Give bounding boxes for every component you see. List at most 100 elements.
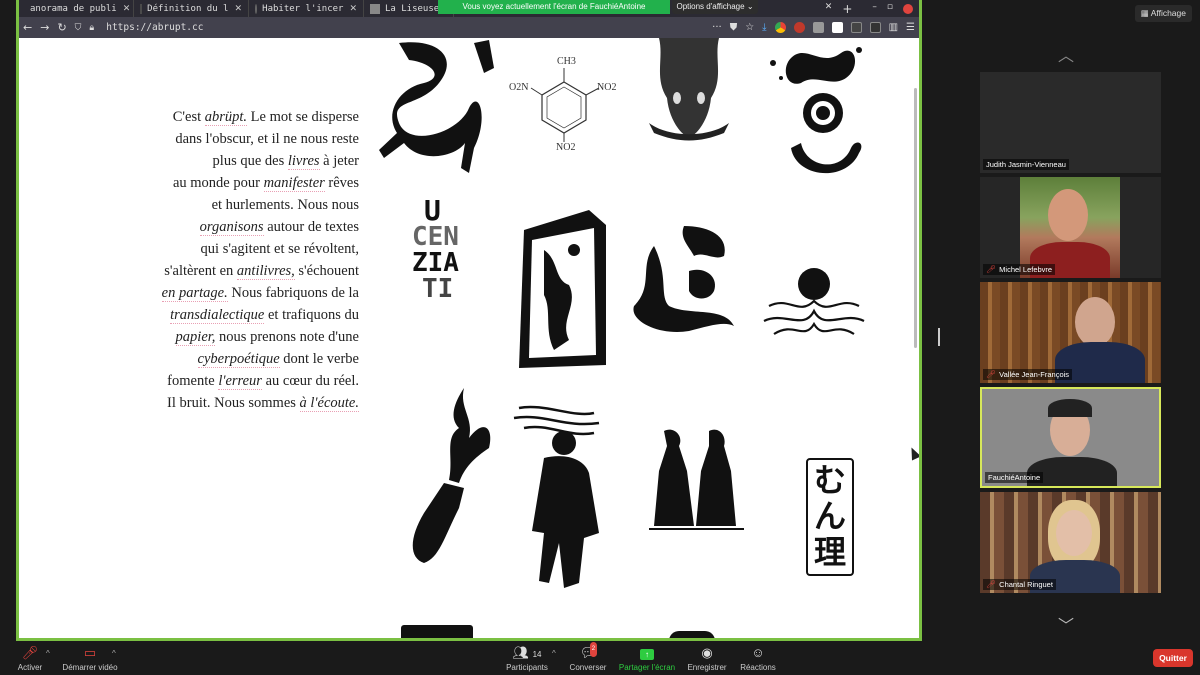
chat-button[interactable]: 💬︎ 2 Converser (568, 642, 608, 672)
browser-tab[interactable]: Définition du l ✕ (134, 0, 249, 17)
manifesto-link[interactable]: à l'écoute. (299, 395, 359, 412)
manifesto-line: organisons autour de textes (119, 216, 359, 238)
extension-icon[interactable] (850, 22, 862, 33)
record-icon: ◉ (701, 645, 713, 660)
manifesto-link[interactable]: livres (287, 153, 320, 170)
manifesto-line: dans l'obscur, et il ne nous reste (119, 128, 359, 150)
chrome-icon[interactable] (774, 22, 786, 33)
unmute-button[interactable]: 🎤︎ Activer (14, 645, 46, 672)
participants-button[interactable]: 👥︎ 14 Participants (503, 645, 551, 672)
manifesto-text-span: Le mot se disperse (247, 109, 359, 125)
partial-art (401, 625, 473, 638)
view-options-dropdown[interactable]: Options d'affichage ⌄ (672, 0, 758, 14)
nitro-label: O2N (509, 82, 528, 93)
manifesto-text-span: rêves (324, 175, 359, 191)
chevron-up-icon[interactable]: ^ (552, 649, 556, 658)
scroll-down-icon[interactable]: ﹀ (1058, 612, 1074, 636)
bookmark-star-icon[interactable]: ☆ (745, 22, 754, 33)
octopus-head-art (649, 38, 729, 141)
download-icon[interactable]: ⤓ (762, 22, 766, 33)
participants-icon: 👥︎ (512, 645, 529, 660)
manifesto-text-span: Nous fabriquons de la (227, 285, 359, 301)
reload-icon[interactable]: ↻ (57, 21, 66, 34)
participants-label: Participants (506, 663, 548, 672)
meeting-toolbar: 🎤︎ Activer ^ ▭ Démarrer vidéo ^ 👥︎ 14 Pa… (0, 641, 1200, 675)
kana-char: ん (813, 497, 846, 535)
emoji-icon: ☺ (751, 645, 765, 660)
snake-figure-art (379, 40, 494, 173)
participant-tile[interactable]: 🎤︎ Michel Lefebvre (980, 177, 1161, 278)
close-tab-icon[interactable]: ✕ (349, 4, 357, 14)
scroll-up-icon[interactable]: ︿ (1058, 42, 1074, 66)
face-shape (1048, 189, 1088, 241)
mic-muted-icon: 🎤︎ (986, 265, 997, 274)
extension-icon[interactable] (869, 22, 881, 33)
participant-tile[interactable]: 🎤︎ Vallée Jean-François (980, 282, 1161, 383)
manifesto-link[interactable]: cyberpoétique (197, 351, 280, 368)
manifesto-text-span: Il bruit. Nous sommes (167, 395, 300, 411)
manifesto-text-span: au monde pour (172, 175, 264, 191)
participant-name: 🎤︎ Chantal Ringuet (983, 579, 1056, 590)
forward-icon[interactable]: → (40, 21, 49, 34)
resize-handle[interactable] (938, 328, 940, 346)
lettering-line: TI (422, 274, 454, 304)
menu-icon[interactable]: ☰ (906, 22, 915, 33)
page-icon (140, 3, 143, 14)
record-button[interactable]: ◉ Enregistrer (686, 645, 728, 672)
close-tab-icon[interactable]: ✕ (825, 2, 833, 16)
shared-screen: anorama de publi ✕ Définition du l ✕ Hab… (16, 0, 922, 641)
face-profile-art (633, 226, 734, 332)
manifesto-link[interactable]: transdialectique (170, 307, 265, 324)
manifesto-text-span: et trafiquons du (264, 307, 359, 323)
pocket-icon[interactable]: ⛊ (730, 22, 738, 33)
participant-tile[interactable]: Judith Jasmin-Vienneau (980, 72, 1161, 173)
face-shape (1056, 510, 1092, 556)
share-icon-wrap: ↑ (616, 645, 678, 660)
back-icon[interactable]: ← (23, 21, 32, 34)
manifesto-link[interactable]: abrüpt. (204, 109, 248, 126)
browser-tab[interactable]: anorama de publi ✕ (19, 0, 134, 17)
share-screen-button[interactable]: ↑ Partager l'écran (616, 645, 678, 672)
jellyfish-art (763, 268, 865, 335)
manifesto-text-span: fomente (167, 373, 219, 389)
page-scrollbar[interactable] (914, 88, 917, 348)
shield-icon[interactable]: ⛉ (75, 23, 82, 33)
more-icon[interactable]: ··· (712, 22, 722, 33)
new-tab-button[interactable]: + (842, 2, 852, 16)
manifesto-link[interactable]: en partage. (161, 285, 228, 302)
manifesto-text-span: C'est (172, 109, 205, 125)
minimize-icon[interactable]: – (872, 2, 877, 16)
chevron-up-icon[interactable]: ^ (112, 649, 116, 658)
extension-icon[interactable] (793, 22, 805, 33)
close-tab-icon[interactable]: ✕ (234, 4, 242, 14)
maximize-icon[interactable]: ▫ (887, 2, 893, 16)
close-tab-icon[interactable]: ✕ (123, 4, 131, 14)
view-button[interactable]: ▦ Affichage (1134, 5, 1192, 22)
manifesto-link[interactable]: organisons (199, 219, 264, 236)
extension-icon[interactable] (812, 22, 824, 33)
participant-name: 🎤︎ Michel Lefebvre (983, 264, 1056, 275)
lock-icon[interactable]: 🔒︎ (89, 23, 94, 33)
manifesto-link[interactable]: antilivres, (236, 263, 295, 280)
manifesto-text-span: nous prenons note d'une (215, 329, 359, 345)
close-window-icon[interactable] (903, 3, 913, 14)
library-icon[interactable]: ▥ (889, 22, 898, 33)
manifesto-link[interactable]: papier, (175, 329, 216, 346)
reactions-button[interactable]: ☺ Réactions (738, 645, 778, 672)
unmute-label: Activer (17, 663, 43, 672)
chat-badge: 2 (589, 642, 598, 657)
manifesto-link[interactable]: l'erreur (218, 373, 262, 390)
chevron-up-icon[interactable]: ^ (46, 649, 50, 658)
participant-name: Judith Jasmin-Vienneau (983, 159, 1069, 170)
methyl-label: CH3 (557, 56, 576, 67)
extension-icon[interactable] (831, 22, 843, 33)
participant-tile-active[interactable]: FauchiéAntoine (980, 387, 1161, 488)
mic-muted-icon: 🎤︎ (986, 370, 997, 379)
manifesto-link[interactable]: manifester (263, 175, 325, 192)
browser-tab[interactable]: Habiter l'incer ✕ (249, 0, 364, 17)
leave-meeting-button[interactable]: Quitter (1153, 649, 1193, 667)
hair-shape (1048, 399, 1092, 417)
url-field[interactable]: https://abrupt.cc (106, 22, 203, 33)
start-video-button[interactable]: ▭ Démarrer vidéo (60, 645, 120, 672)
participant-tile[interactable]: 🎤︎ Chantal Ringuet (980, 492, 1161, 593)
